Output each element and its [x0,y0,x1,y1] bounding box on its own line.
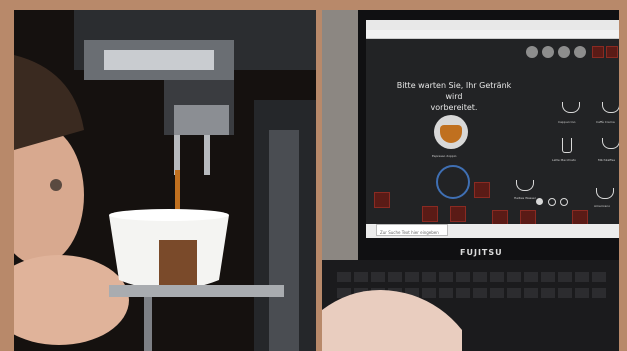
espresso-machine-photo [14,10,316,351]
window-titlebar [366,20,619,30]
function-tile-icon[interactable] [422,206,438,222]
laptop-screen: Bitte warten Sie, Ihr Getränk wird vorbe… [366,20,619,238]
page-dot[interactable] [560,198,568,206]
beverage-label: Caffè Crema [596,120,615,124]
status-message-line2: vorbereitet. [430,103,478,112]
photo-collage: Bitte warten Sie, Ihr Getränk wird vorbe… [0,0,627,351]
beverage-label: Milchkaffee [598,158,616,162]
settings-icon[interactable] [606,46,618,58]
beverage-label: Heißes Wasser [514,196,537,200]
beverage-label: Americano [594,204,611,208]
function-tile-icon[interactable] [474,182,490,198]
option-icon[interactable] [526,46,538,58]
status-message-line1: Bitte warten Sie, Ihr Getränk wird [396,81,512,101]
beverage-label: Latte Macchiato [552,158,576,162]
page-dot-active[interactable] [536,198,543,205]
status-message: Bitte warten Sie, Ihr Getränk wird vorbe… [394,80,514,113]
beverage-cup-icon[interactable] [602,138,619,149]
beverage-cup-icon[interactable] [516,180,534,191]
search-placeholder: Zur Suche Text hier eingeben [380,230,439,235]
beverage-glass-icon[interactable] [562,138,572,153]
laptop-brand-logo: FUJITSU [460,248,503,257]
espresso-scene [14,10,316,351]
preparing-label: Espresso doppio [432,154,457,158]
beverage-cup-icon[interactable] [602,102,619,113]
window-toolbar [366,30,619,39]
beverage-label: Cappuccino [558,120,576,124]
beverage-cup-icon[interactable] [562,102,580,113]
option-icon[interactable] [542,46,554,58]
function-tile-icon[interactable] [450,206,466,222]
page-dot[interactable] [548,198,556,206]
progress-ring [436,165,470,199]
settings-icon[interactable] [592,46,604,58]
option-icon[interactable] [558,46,570,58]
function-tile-icon[interactable] [374,192,390,208]
beverage-cup-icon[interactable] [596,188,614,199]
laptop-photo: Bitte warten Sie, Ihr Getränk wird vorbe… [322,10,619,351]
option-icon[interactable] [574,46,586,58]
